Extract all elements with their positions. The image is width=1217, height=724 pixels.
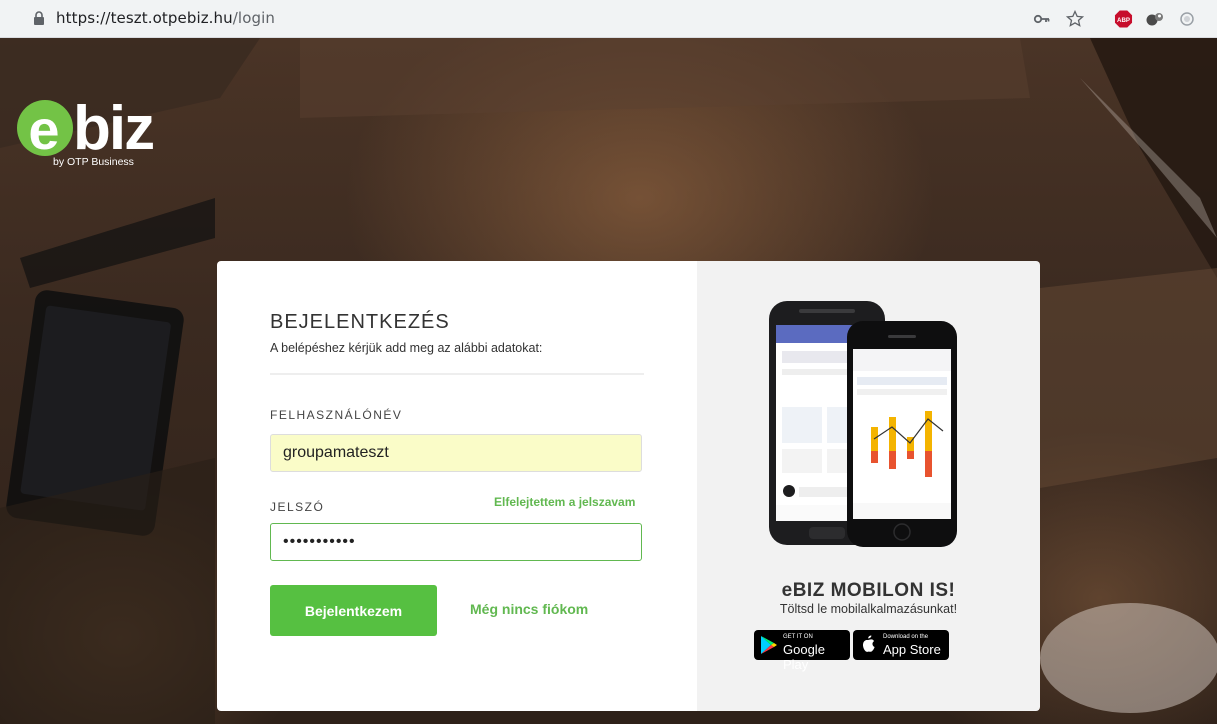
- extension-icon[interactable]: [1145, 10, 1165, 28]
- ebiz-tagline: by OTP Business: [53, 156, 134, 168]
- lock-icon: [34, 11, 44, 25]
- login-panel: BEJELENTKEZÉS A belépéshez kérjük add me…: [217, 261, 697, 711]
- ebiz-logo-mark: e biz: [17, 94, 155, 163]
- login-title: BEJELENTKEZÉS: [270, 311, 450, 333]
- google-play-icon: [761, 636, 777, 654]
- url-field[interactable]: https://teszt.otpebiz.hu/login: [56, 9, 275, 27]
- apple-icon: [862, 635, 875, 652]
- register-link[interactable]: Még nincs fiókom: [470, 601, 588, 617]
- circle-icon[interactable]: [1179, 10, 1195, 28]
- adblock-label: ABP: [1117, 17, 1130, 24]
- google-play-button[interactable]: GET IT ON Google Play: [754, 630, 850, 672]
- browser-address-bar: https://teszt.otpebiz.hu/login ABP: [0, 0, 1217, 38]
- url-host: https://teszt.otpebiz.hu: [56, 9, 233, 27]
- app-store-button[interactable]: Download on the App Store: [853, 630, 949, 660]
- app-store-small-text: Download on the: [883, 634, 929, 640]
- divider: [270, 373, 644, 375]
- star-icon[interactable]: [1066, 10, 1084, 28]
- url-path: /login: [232, 9, 275, 27]
- forgot-password-link[interactable]: Elfelejtettem a jelszavam: [494, 495, 635, 509]
- username-input[interactable]: [270, 434, 642, 472]
- login-button[interactable]: Bejelentkezem: [270, 585, 437, 636]
- svg-text:e: e: [28, 98, 59, 161]
- password-input[interactable]: [270, 523, 642, 561]
- login-subtitle: A belépéshez kérjük add meg az alábbi ad…: [270, 341, 543, 355]
- mobile-subtitle: Töltsd le mobilalkalmazásunkat!: [779, 602, 958, 616]
- adblock-icon[interactable]: ABP: [1114, 10, 1133, 28]
- page-viewport: e biz by OTP Business BEJELENTKEZÉS A be…: [0, 38, 1217, 724]
- svg-text:biz: biz: [73, 94, 153, 163]
- mobile-title: eBIZ MOBILON IS!: [781, 580, 956, 601]
- key-icon[interactable]: [1033, 10, 1051, 28]
- app-store-label: App Store: [883, 642, 941, 657]
- password-label: JELSZÓ: [270, 500, 325, 514]
- mobile-promo-panel: eBIZ MOBILON IS! Töltsd le mobilalkalmaz…: [697, 261, 1040, 711]
- username-label: FELHASZNÁLÓNÉV: [270, 408, 403, 422]
- ebiz-logo[interactable]: e biz by OTP Business: [11, 92, 156, 184]
- phones-image: [769, 301, 957, 547]
- google-play-label: Google Play: [783, 642, 825, 672]
- google-play-small-text: GET IT ON: [783, 634, 813, 640]
